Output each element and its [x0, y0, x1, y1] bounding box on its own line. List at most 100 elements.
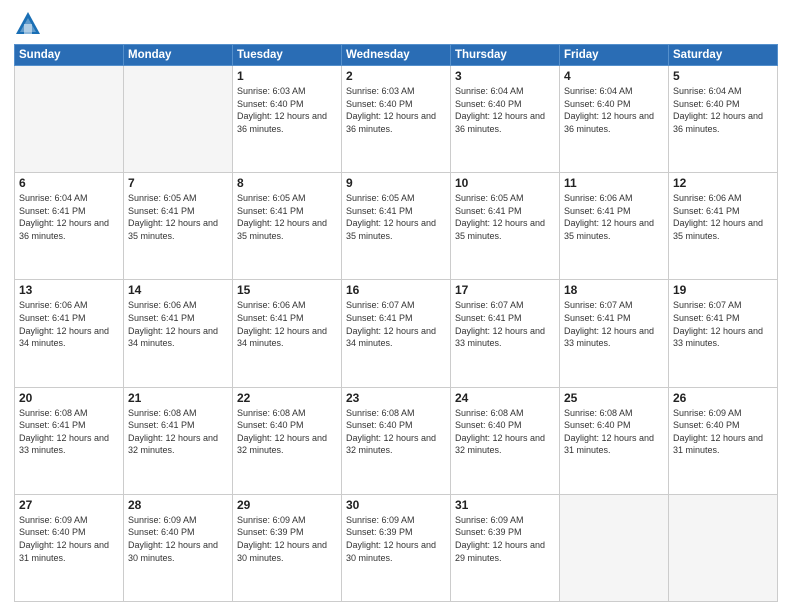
table-row: 2 Sunrise: 6:03 AM Sunset: 6:40 PM Daylig… — [342, 66, 451, 173]
day-info: Sunrise: 6:08 AM Sunset: 6:40 PM Dayligh… — [455, 407, 555, 457]
table-row: 6 Sunrise: 6:04 AM Sunset: 6:41 PM Daylig… — [15, 173, 124, 280]
day-info: Sunrise: 6:09 AM Sunset: 6:39 PM Dayligh… — [346, 514, 446, 564]
day-info: Sunrise: 6:05 AM Sunset: 6:41 PM Dayligh… — [237, 192, 337, 242]
day-number: 7 — [128, 176, 228, 190]
day-number: 31 — [455, 498, 555, 512]
day-info: Sunrise: 6:07 AM Sunset: 6:41 PM Dayligh… — [673, 299, 773, 349]
day-number: 12 — [673, 176, 773, 190]
col-sunday: Sunday — [15, 45, 124, 66]
col-thursday: Thursday — [451, 45, 560, 66]
calendar-table: Sunday Monday Tuesday Wednesday Thursday… — [14, 44, 778, 602]
day-info: Sunrise: 6:06 AM Sunset: 6:41 PM Dayligh… — [564, 192, 664, 242]
day-number: 24 — [455, 391, 555, 405]
day-number: 23 — [346, 391, 446, 405]
calendar-week-row: 13 Sunrise: 6:06 AM Sunset: 6:41 PM Dayli… — [15, 280, 778, 387]
day-info: Sunrise: 6:09 AM Sunset: 6:39 PM Dayligh… — [237, 514, 337, 564]
table-row: 22 Sunrise: 6:08 AM Sunset: 6:40 PM Dayli… — [233, 387, 342, 494]
day-info: Sunrise: 6:04 AM Sunset: 6:40 PM Dayligh… — [455, 85, 555, 135]
day-info: Sunrise: 6:03 AM Sunset: 6:40 PM Dayligh… — [346, 85, 446, 135]
table-row: 13 Sunrise: 6:06 AM Sunset: 6:41 PM Dayli… — [15, 280, 124, 387]
calendar-week-row: 27 Sunrise: 6:09 AM Sunset: 6:40 PM Dayli… — [15, 494, 778, 601]
day-number: 15 — [237, 283, 337, 297]
day-info: Sunrise: 6:04 AM Sunset: 6:40 PM Dayligh… — [564, 85, 664, 135]
day-number: 6 — [19, 176, 119, 190]
day-number: 9 — [346, 176, 446, 190]
table-row: 21 Sunrise: 6:08 AM Sunset: 6:41 PM Dayli… — [124, 387, 233, 494]
day-number: 25 — [564, 391, 664, 405]
day-number: 30 — [346, 498, 446, 512]
day-info: Sunrise: 6:09 AM Sunset: 6:40 PM Dayligh… — [673, 407, 773, 457]
table-row: 20 Sunrise: 6:08 AM Sunset: 6:41 PM Dayli… — [15, 387, 124, 494]
day-info: Sunrise: 6:04 AM Sunset: 6:41 PM Dayligh… — [19, 192, 119, 242]
table-row: 10 Sunrise: 6:05 AM Sunset: 6:41 PM Dayli… — [451, 173, 560, 280]
table-row: 12 Sunrise: 6:06 AM Sunset: 6:41 PM Dayli… — [669, 173, 778, 280]
table-row: 5 Sunrise: 6:04 AM Sunset: 6:40 PM Daylig… — [669, 66, 778, 173]
table-row — [560, 494, 669, 601]
day-number: 27 — [19, 498, 119, 512]
table-row: 15 Sunrise: 6:06 AM Sunset: 6:41 PM Dayli… — [233, 280, 342, 387]
day-info: Sunrise: 6:06 AM Sunset: 6:41 PM Dayligh… — [237, 299, 337, 349]
table-row: 14 Sunrise: 6:06 AM Sunset: 6:41 PM Dayli… — [124, 280, 233, 387]
day-info: Sunrise: 6:03 AM Sunset: 6:40 PM Dayligh… — [237, 85, 337, 135]
table-row — [15, 66, 124, 173]
calendar-header-row: Sunday Monday Tuesday Wednesday Thursday… — [15, 45, 778, 66]
table-row: 8Sunrise: 6:05 AM Sunset: 6:41 PM Daylig… — [233, 173, 342, 280]
day-info: Sunrise: 6:09 AM Sunset: 6:40 PM Dayligh… — [128, 514, 228, 564]
table-row: 1 Sunrise: 6:03 AM Sunset: 6:40 PM Daylig… — [233, 66, 342, 173]
day-info: Sunrise: 6:08 AM Sunset: 6:40 PM Dayligh… — [237, 407, 337, 457]
day-info: Sunrise: 6:06 AM Sunset: 6:41 PM Dayligh… — [673, 192, 773, 242]
logo — [14, 10, 46, 38]
col-tuesday: Tuesday — [233, 45, 342, 66]
table-row: 27 Sunrise: 6:09 AM Sunset: 6:40 PM Dayli… — [15, 494, 124, 601]
day-info: Sunrise: 6:05 AM Sunset: 6:41 PM Dayligh… — [455, 192, 555, 242]
day-number: 26 — [673, 391, 773, 405]
day-number: 14 — [128, 283, 228, 297]
day-number: 21 — [128, 391, 228, 405]
table-row: 3 Sunrise: 6:04 AM Sunset: 6:40 PM Daylig… — [451, 66, 560, 173]
day-info: Sunrise: 6:08 AM Sunset: 6:40 PM Dayligh… — [564, 407, 664, 457]
table-row: 4Sunrise: 6:04 AM Sunset: 6:40 PM Daylig… — [560, 66, 669, 173]
day-info: Sunrise: 6:06 AM Sunset: 6:41 PM Dayligh… — [19, 299, 119, 349]
table-row: 24 Sunrise: 6:08 AM Sunset: 6:40 PM Dayli… — [451, 387, 560, 494]
day-number: 11 — [564, 176, 664, 190]
table-row: 18Sunrise: 6:07 AM Sunset: 6:41 PM Dayli… — [560, 280, 669, 387]
day-number: 1 — [237, 69, 337, 83]
day-number: 10 — [455, 176, 555, 190]
day-info: Sunrise: 6:08 AM Sunset: 6:41 PM Dayligh… — [19, 407, 119, 457]
day-info: Sunrise: 6:08 AM Sunset: 6:40 PM Dayligh… — [346, 407, 446, 457]
day-info: Sunrise: 6:06 AM Sunset: 6:41 PM Dayligh… — [128, 299, 228, 349]
day-info: Sunrise: 6:09 AM Sunset: 6:40 PM Dayligh… — [19, 514, 119, 564]
table-row: 11 Sunrise: 6:06 AM Sunset: 6:41 PM Dayli… — [560, 173, 669, 280]
day-info: Sunrise: 6:07 AM Sunset: 6:41 PM Dayligh… — [346, 299, 446, 349]
table-row — [124, 66, 233, 173]
day-number: 29 — [237, 498, 337, 512]
day-info: Sunrise: 6:05 AM Sunset: 6:41 PM Dayligh… — [346, 192, 446, 242]
calendar-week-row: 20 Sunrise: 6:08 AM Sunset: 6:41 PM Dayli… — [15, 387, 778, 494]
day-number: 19 — [673, 283, 773, 297]
logo-icon — [14, 10, 42, 38]
day-number: 5 — [673, 69, 773, 83]
table-row — [669, 494, 778, 601]
day-number: 3 — [455, 69, 555, 83]
day-number: 17 — [455, 283, 555, 297]
day-info: Sunrise: 6:04 AM Sunset: 6:40 PM Dayligh… — [673, 85, 773, 135]
header — [14, 10, 778, 38]
day-info: Sunrise: 6:07 AM Sunset: 6:41 PM Dayligh… — [455, 299, 555, 349]
col-monday: Monday — [124, 45, 233, 66]
table-row: 19 Sunrise: 6:07 AM Sunset: 6:41 PM Dayli… — [669, 280, 778, 387]
col-friday: Friday — [560, 45, 669, 66]
day-number: 16 — [346, 283, 446, 297]
table-row: 31Sunrise: 6:09 AM Sunset: 6:39 PM Dayli… — [451, 494, 560, 601]
day-info: Sunrise: 6:08 AM Sunset: 6:41 PM Dayligh… — [128, 407, 228, 457]
table-row: 7 Sunrise: 6:05 AM Sunset: 6:41 PM Daylig… — [124, 173, 233, 280]
table-row: 28Sunrise: 6:09 AM Sunset: 6:40 PM Dayli… — [124, 494, 233, 601]
calendar-week-row: 1 Sunrise: 6:03 AM Sunset: 6:40 PM Daylig… — [15, 66, 778, 173]
table-row: 29 Sunrise: 6:09 AM Sunset: 6:39 PM Dayli… — [233, 494, 342, 601]
day-number: 20 — [19, 391, 119, 405]
day-number: 22 — [237, 391, 337, 405]
day-number: 2 — [346, 69, 446, 83]
day-number: 13 — [19, 283, 119, 297]
day-info: Sunrise: 6:07 AM Sunset: 6:41 PM Dayligh… — [564, 299, 664, 349]
day-info: Sunrise: 6:05 AM Sunset: 6:41 PM Dayligh… — [128, 192, 228, 242]
table-row: 25 Sunrise: 6:08 AM Sunset: 6:40 PM Dayli… — [560, 387, 669, 494]
